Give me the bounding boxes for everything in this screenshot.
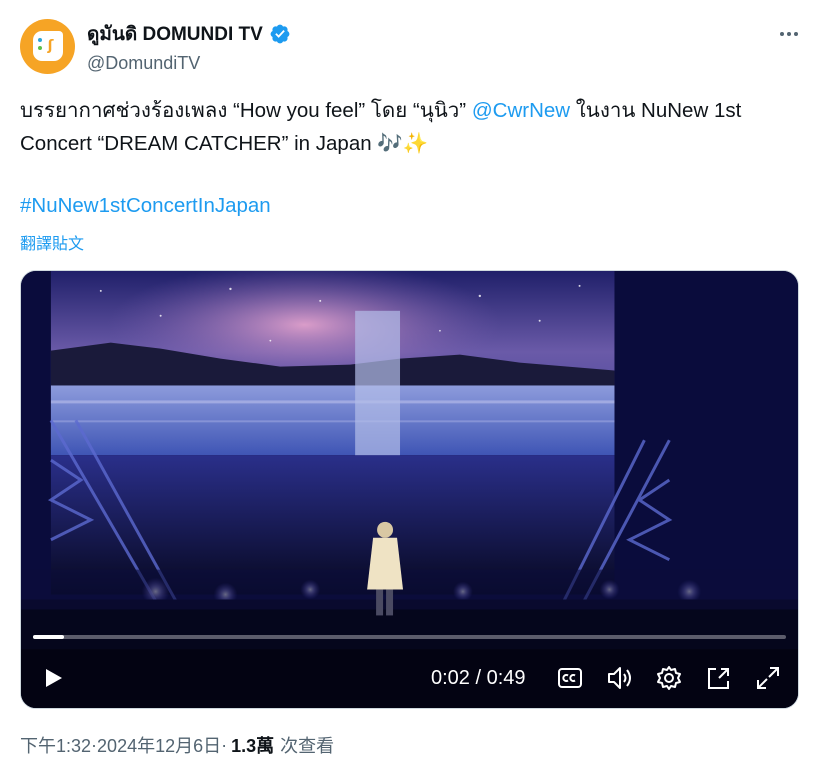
video-current-time: 0:02 (431, 667, 470, 689)
music-sparkles-emoji: 🎶✨ (377, 131, 429, 155)
video-duration: 0:49 (486, 667, 526, 689)
domundi-logo-icon: ʃ (32, 31, 63, 61)
video-progress-fill (33, 635, 64, 639)
meta-separator-2: · (221, 734, 228, 755)
avatar[interactable]: ʃ (20, 18, 75, 74)
volume-button[interactable] (602, 660, 638, 696)
hashtag-link[interactable]: #NuNew1stConcertInJapan (20, 194, 271, 218)
author-block: ดูมันดิ DOMUNDI TV @DomundiTV (87, 19, 291, 74)
translate-post-link[interactable]: 翻譯貼文 (20, 230, 84, 254)
picture-in-picture-button[interactable] (701, 660, 737, 696)
captions-icon (558, 668, 582, 688)
author-display-name[interactable]: ดูมันดิ DOMUNDI TV (87, 19, 263, 49)
expand-icon (757, 667, 779, 689)
fullscreen-button[interactable] (750, 660, 786, 696)
view-count: 1.3萬 (231, 736, 275, 756)
tweet-date[interactable]: 2024年12月6日 (97, 732, 221, 758)
tweet-meta: 下午1:32 · 2024年12月6日 · 1.3萬 次查看 (20, 732, 334, 758)
tweet-text: บรรยากาศช่วงร้องเพลง “How you feel” โดย … (20, 94, 810, 160)
play-button[interactable] (35, 660, 71, 696)
video-time-separator: / (469, 667, 487, 689)
video-controls: 0:02 / 0:49 (21, 650, 798, 708)
video-time-display: 0:02 / 0:49 (431, 667, 526, 690)
video-player[interactable]: 0:02 / 0:49 (20, 270, 799, 709)
video-progress-bar[interactable] (33, 635, 786, 639)
verified-badge-icon (270, 24, 290, 43)
pop-out-icon (708, 668, 729, 689)
author-handle[interactable]: @DomundiTV (87, 53, 291, 74)
captions-button[interactable] (552, 660, 588, 696)
settings-button[interactable] (651, 660, 687, 696)
concert-video-frame (21, 271, 798, 708)
mention-link[interactable]: @CwrNew (472, 99, 570, 122)
volume-icon (608, 667, 631, 689)
tweet-time[interactable]: 下午1:32 (20, 732, 91, 758)
gear-icon (657, 666, 681, 690)
more-options-icon[interactable] (775, 20, 803, 48)
play-icon (46, 669, 62, 687)
tweet-header: ʃ ดูมันดิ DOMUNDI TV @DomundiTV (20, 18, 807, 74)
view-count-label: 次查看 (280, 736, 335, 756)
tweet-text-part1: บรรยากาศช่วงร้องเพลง “How you feel” โดย … (20, 99, 472, 122)
